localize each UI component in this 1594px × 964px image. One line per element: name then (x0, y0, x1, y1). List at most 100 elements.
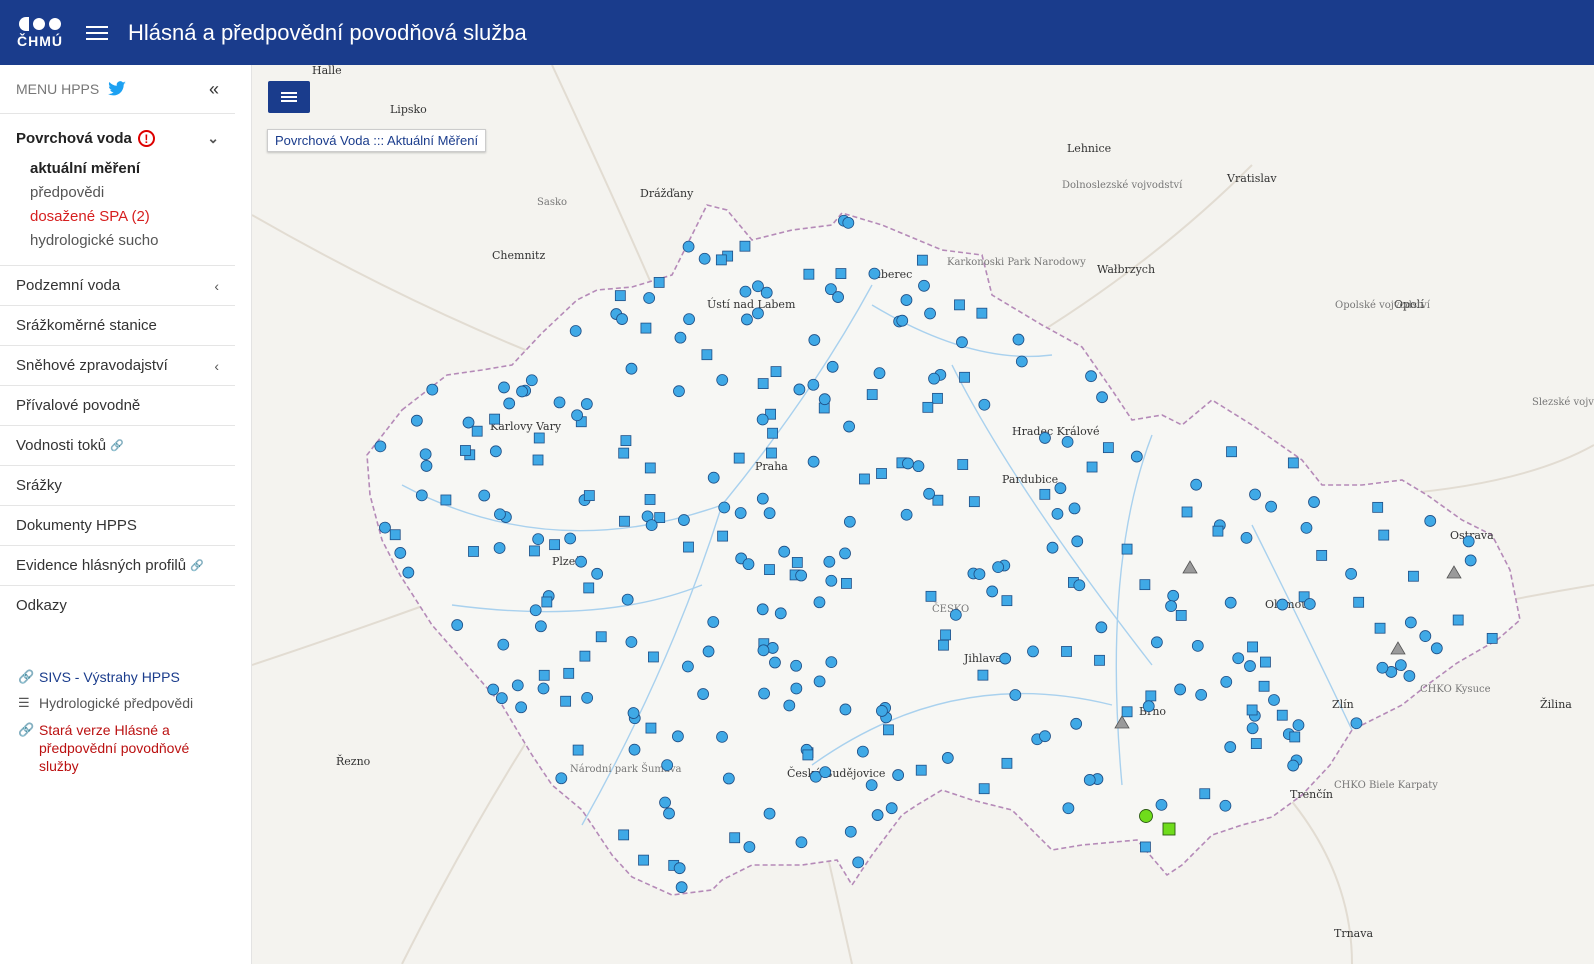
sidebar-item-snehove-zpravodajstvi[interactable]: Sněhové zpravodajství ‹ (0, 346, 235, 386)
station-marker-circle[interactable] (394, 547, 407, 559)
station-marker-circle[interactable] (900, 508, 913, 521)
station-marker-circle[interactable] (1062, 802, 1075, 815)
station-marker-circle[interactable] (1300, 521, 1313, 534)
station-marker-circle[interactable] (672, 730, 684, 743)
station-marker-square[interactable] (618, 447, 630, 459)
station-marker-circle[interactable] (924, 307, 936, 320)
station-marker-circle[interactable] (1195, 688, 1208, 701)
station-marker-circle[interactable] (885, 802, 898, 815)
station-marker-circle[interactable] (673, 385, 685, 398)
station-marker-square[interactable] (1139, 579, 1151, 591)
station-marker-circle[interactable] (1046, 541, 1059, 554)
station-marker-square[interactable] (389, 529, 401, 541)
station-marker-square[interactable] (1258, 680, 1270, 692)
station-marker-circle[interactable] (683, 313, 695, 326)
station-marker-square[interactable] (468, 546, 479, 557)
station-marker-square[interactable] (1226, 446, 1237, 458)
station-marker-circle[interactable] (1142, 700, 1155, 713)
station-marker-square[interactable] (563, 667, 575, 679)
station-marker-square[interactable] (968, 496, 980, 508)
station-marker-square[interactable] (1199, 788, 1211, 800)
station-marker-square[interactable] (717, 530, 729, 542)
station-marker-circle[interactable] (1095, 621, 1108, 634)
station-marker-circle[interactable] (825, 574, 838, 587)
station-marker-circle[interactable] (752, 307, 764, 320)
station-marker-circle[interactable] (1404, 616, 1417, 629)
station-marker-circle[interactable] (795, 569, 808, 582)
station-marker-circle[interactable] (763, 507, 776, 520)
station-marker-circle[interactable] (783, 699, 796, 712)
station-marker-circle[interactable] (511, 679, 524, 692)
station-marker-circle[interactable] (661, 759, 674, 772)
station-marker-circle[interactable] (1174, 683, 1187, 696)
station-marker-circle[interactable] (682, 240, 695, 253)
station-marker-circle[interactable] (876, 705, 888, 717)
station-marker-circle[interactable] (832, 291, 844, 303)
station-marker-circle[interactable] (569, 325, 582, 337)
station-marker-square[interactable] (648, 651, 659, 663)
station-marker-circle[interactable] (1464, 554, 1477, 567)
station-marker-circle[interactable] (1220, 676, 1233, 688)
station-marker-circle[interactable] (1265, 500, 1278, 513)
station-marker-square[interactable] (489, 413, 501, 425)
station-marker-circle[interactable] (1376, 661, 1389, 674)
station-marker-square[interactable] (1374, 622, 1386, 634)
station-marker-circle[interactable] (1009, 689, 1022, 701)
station-marker-square[interactable] (1372, 501, 1384, 513)
station-marker-square[interactable] (1039, 488, 1051, 500)
station-marker-circle[interactable] (1350, 717, 1363, 730)
station-marker-square[interactable] (1250, 738, 1262, 749)
station-marker-circle[interactable] (763, 807, 776, 820)
station-marker-circle[interactable] (627, 707, 640, 719)
station-marker-circle[interactable] (697, 688, 710, 700)
station-marker-circle[interactable] (515, 701, 528, 714)
station-marker-square[interactable] (764, 564, 775, 575)
station-marker-circle[interactable] (842, 216, 855, 229)
station-marker-circle[interactable] (628, 743, 641, 756)
station-marker-square[interactable] (1408, 570, 1419, 582)
station-marker-square[interactable] (618, 829, 630, 841)
station-marker-circle[interactable] (663, 807, 675, 820)
station-marker-square[interactable] (683, 541, 694, 553)
station-marker-square[interactable] (1260, 656, 1271, 668)
station-marker-circle[interactable] (986, 585, 999, 598)
station-marker-circle[interactable] (1061, 435, 1074, 448)
station-marker-circle[interactable] (707, 471, 720, 484)
station-marker-circle[interactable] (1240, 531, 1253, 544)
station-marker-circle[interactable] (591, 567, 604, 580)
link-hydrologicke-predpovedi[interactable]: ☰ Hydrologické předpovědi (18, 695, 208, 711)
station-marker-circle[interactable] (402, 566, 415, 579)
station-marker-circle[interactable] (645, 519, 658, 531)
station-marker-circle[interactable] (1027, 645, 1039, 658)
station-marker-square[interactable] (1061, 646, 1072, 657)
submenu-item-predpovedi[interactable]: předpovědi (30, 181, 219, 205)
station-marker-circle[interactable] (813, 596, 826, 609)
station-marker-circle[interactable] (1287, 759, 1300, 772)
sidebar-item-podzemni-voda[interactable]: Podzemní voda ‹ (0, 266, 235, 306)
station-marker-square[interactable] (767, 427, 778, 439)
station-marker-square[interactable] (739, 240, 751, 252)
station-marker-circle[interactable] (928, 372, 940, 385)
station-marker-square[interactable] (583, 490, 595, 501)
station-marker-square[interactable] (1001, 757, 1013, 769)
sidebar-item-evidence-hlasnych-profilu[interactable]: Evidence hlásných profilů 🔗 (0, 546, 235, 586)
link-sivs[interactable]: 🔗 SIVS - Výstrahy HPPS (18, 669, 208, 685)
station-marker-circle[interactable] (923, 487, 936, 500)
station-marker-circle[interactable] (757, 644, 770, 657)
station-marker-square[interactable] (770, 366, 782, 378)
station-marker-square[interactable] (957, 459, 969, 470)
station-marker-square[interactable] (560, 695, 572, 707)
sidebar-item-vodnosti-toku[interactable]: Vodnosti toků 🔗 (0, 426, 235, 466)
sidebar-item-odkazy[interactable]: Odkazy (0, 586, 235, 625)
station-marker-circle[interactable] (498, 381, 510, 394)
station-marker-circle[interactable] (739, 285, 752, 298)
station-marker-circle[interactable] (760, 286, 773, 299)
station-marker-square[interactable] (572, 744, 584, 756)
station-marker-circle[interactable] (516, 385, 528, 398)
station-marker-circle[interactable] (1249, 488, 1261, 501)
station-marker-circle[interactable] (1308, 496, 1320, 508)
station-marker-circle[interactable] (659, 796, 671, 809)
station-marker-circle[interactable] (621, 593, 634, 606)
station-marker-circle[interactable] (1073, 579, 1086, 592)
station-marker-circle[interactable] (534, 620, 547, 633)
